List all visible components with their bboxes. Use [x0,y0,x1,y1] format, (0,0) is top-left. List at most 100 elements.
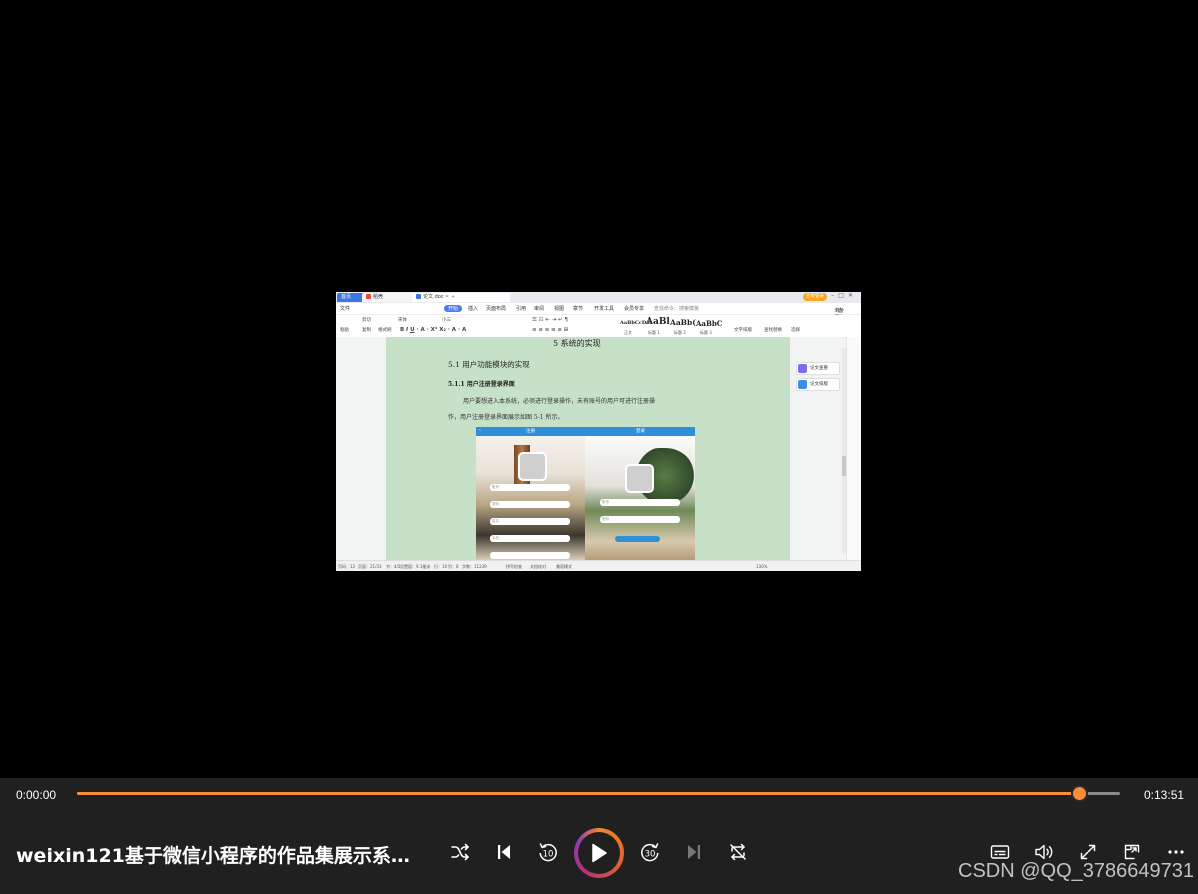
docer-icon [366,294,371,299]
status-zoom: 130% [756,564,768,569]
progress-thumb[interactable] [1071,785,1089,802]
fullscreen-icon [1080,844,1096,860]
style-name-3: 标题 3 [700,330,712,335]
status-page: 页码：12 [338,564,356,569]
repeat-off-icon [730,843,746,861]
previous-icon [498,845,510,859]
ribbon-align: ≡ ≡ ≡ ≡ ≡ ⊞ [532,327,569,333]
shuffle-icon [451,843,469,861]
style-name-2: 标题 2 [674,330,686,335]
figure-tab-register: 注册 [526,429,535,434]
format-icon [798,380,807,389]
status-col: 列：8 [448,564,459,569]
style-name-1: 标题 1 [648,330,660,335]
status-compat: 兼容模式 [556,564,572,569]
login-pill: 立即登录 [803,293,827,301]
previous-button[interactable] [490,838,518,866]
figure-register-panel: 账号 密码 姓名 手机 [476,436,585,560]
ribbon-paragraph: ☰ ☷ ⇤ ⇥ ↵ ¶ [532,317,568,323]
doc-subsection-title: 5.1.1 用户注册登录界面 [448,381,515,388]
figure-field-extra [490,552,570,559]
menu-search: 查找命令、搜索模板 [654,306,700,312]
progress-bar[interactable] [77,785,1120,802]
ribbon-text-layout: 文字排版 [734,328,752,333]
status-row: 行：10 [434,564,448,569]
next-icon [688,845,700,859]
style-preview-3: AaBbC [696,319,723,328]
figure-avatar [518,452,547,481]
figure-field-account: 账号 [490,484,570,491]
progress-played [77,792,1080,795]
app-tab-bar: 首页 稻壳 论文.doc ✕ + 立即登录 –□✕ [336,292,861,303]
style-preview-2: AaBb( [670,318,696,327]
assistant-plagiarism: 论文查重 [796,362,840,375]
menu-home: 开始 [444,305,463,312]
figure-tab-bar: ‹ 注册 登录 [476,427,695,436]
ribbon-select: 选择 [791,328,800,333]
menu-chapter: 章节 [573,306,584,312]
tab-home: 首页 [337,293,365,302]
video-frame[interactable]: 首页 稻壳 论文.doc ✕ + 立即登录 –□✕ 文件 开始 插入 页面布局 … [336,292,861,571]
tab-docer-label: 稻壳 [373,294,384,300]
ribbon-find-replace: 查找替换 [764,328,782,333]
figure-field-name: 姓名 [490,518,570,525]
menu-vip: 会员专享 [624,306,645,312]
ribbon-bold-italic: B I U · A · X² X₂ · A · A [400,327,467,333]
assistant-format: 论文排版 [796,378,840,391]
tab-document-label: 论文.doc [423,294,444,300]
status-bar: 页码：12 页面：21/33 节：4/5 设置值：9.1厘米 行：10 列：8 … [336,560,861,571]
ribbon-font: 宋体 [398,318,407,323]
volume-icon [1035,844,1053,860]
menu-right: 未同步 协作 分享 [834,305,844,328]
ribbon-copy: 复制 [362,328,371,333]
status-spellcheck: 拼写检查 [506,564,522,569]
more-icon [1168,850,1184,854]
play-button[interactable] [574,828,624,878]
video-title: weixin121基于微信小程序的作品集展示系统… [16,845,426,867]
status-wordcount: 字数：11239 [462,564,487,569]
repeat-button[interactable] [724,838,752,866]
status-proofread: 文档校对 [530,564,546,569]
forward-30-label: 30 [645,850,656,860]
forward-30-button[interactable]: 30 [636,838,664,866]
figure-login-password: 密码 [600,516,680,523]
doc-paragraph-line1: 用户要想进入本系统，必须进行登录操作，未有账号的用户可进行注册操 [463,398,656,405]
assistant-plagiarism-label: 论文查重 [810,366,828,371]
figure-login-button [615,536,660,542]
duration: 0:13:51 [1144,788,1185,802]
menu-insert: 插入 [468,306,479,312]
doc-paragraph-line2: 作，用户注册登录界面展示如图 5-1 所示。 [448,414,564,421]
shuffle-button[interactable] [446,838,474,866]
forward-30-icon: 30 [641,843,659,862]
tab-document: 论文.doc ✕ + [412,293,510,302]
status-setvalue: 设置值：9.1厘米 [400,564,431,569]
assistant-format-label: 论文排版 [810,382,828,387]
menu-layout: 页面布局 [486,306,507,312]
next-button[interactable] [680,838,708,866]
menu-view: 视图 [554,306,565,312]
figure-field-password: 密码 [490,501,570,508]
figure-avatar-login [625,464,654,493]
rewind-10-label: 10 [543,850,554,860]
play-icon [592,843,607,863]
style-name-0: 正文 [624,330,632,335]
figure-tab-login: 登录 [636,429,645,434]
menu-file: 文件 [340,306,351,312]
doc-figure-screenshot: ‹ 注册 登录 账号 密码 姓名 手机 账号 密码 [476,427,695,560]
figure-login-panel: 账号 密码 [585,436,695,560]
player-controls: 0:00:00 0:13:51 weixin121基于微信小程序的作品集展示系统… [0,778,1198,894]
window-buttons: –□✕ [831,292,857,299]
ribbon: 粘贴 剪切 复制 格式刷 宋体 小三 B I U · A · X² X₂ · A… [336,315,861,338]
current-time: 0:00:00 [16,788,57,802]
ribbon-paste: 粘贴 [340,328,349,333]
ribbon-cut: 剪切 [362,318,371,323]
rewind-10-icon: 10 [539,843,557,862]
right-tool-sidebar [846,337,861,560]
menu-reference: 引用 [516,306,527,312]
tab-docer: 稻壳 [362,293,414,302]
figure-field-phone: 手机 [490,535,570,542]
plagiarism-icon [798,364,807,373]
status-pages: 页面：21/33 [358,564,382,569]
rewind-10-button[interactable]: 10 [534,838,562,866]
ribbon-format-painter: 格式刷 [378,328,392,333]
